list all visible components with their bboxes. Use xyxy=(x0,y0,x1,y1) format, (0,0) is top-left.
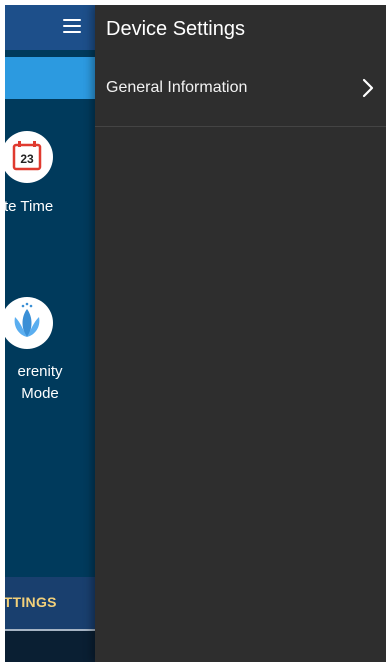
calendar-icon: 23 xyxy=(5,131,53,183)
calendar-day-text: 23 xyxy=(20,152,34,166)
chevron-right-icon xyxy=(360,77,376,99)
general-information-item[interactable]: General Information xyxy=(95,55,386,127)
lotus-icon xyxy=(5,297,53,349)
serenity-mode-label: erenity Mode xyxy=(17,363,63,402)
app-frame: 23 te Time erenity Mode ETTINGS xyxy=(5,5,386,662)
date-time-tile[interactable]: 23 te Time xyxy=(5,131,71,231)
serenity-mode-tile[interactable]: erenity Mode xyxy=(5,297,73,427)
drawer-title: Device Settings xyxy=(106,18,245,40)
settings-tab-label: ETTINGS xyxy=(5,594,57,610)
device-settings-drawer: Device Settings General Information xyxy=(95,5,386,662)
date-time-label: te Time xyxy=(5,198,54,215)
menu-button[interactable] xyxy=(61,16,85,36)
general-information-label: General Information xyxy=(106,79,248,96)
